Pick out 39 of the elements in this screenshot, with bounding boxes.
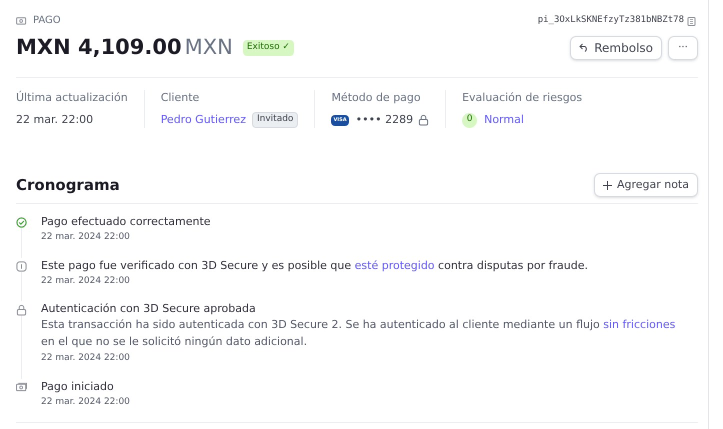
event-title: Este pago fue verificado con 3D Secure y es posible que esté protegido contra disputas por fraude. bbox=[41, 258, 589, 272]
field-label: Evaluación de riesgos bbox=[462, 90, 582, 106]
guest-badge: Invitado bbox=[252, 112, 298, 128]
payment-id: pi_3OxLkSKNEfzyTz381bNBZt78 bbox=[538, 14, 684, 27]
event-time: 22 mar. 2024 22:00 bbox=[41, 231, 131, 244]
customer-link[interactable]: Pedro Gutierrez bbox=[160, 112, 246, 128]
risk-score-badge: 0 bbox=[462, 112, 478, 128]
refund-button[interactable]: Rembolso bbox=[570, 36, 662, 60]
event-description: Esta transacción ha sido autenticada con 3D Secure 2. Se ha autenticado al cliente mediante un flujo sin fricciones en el que no se le solicitó ningún dato adicional. bbox=[41, 317, 676, 350]
event-title: Autenticación con 3D Secure aprobada bbox=[41, 301, 257, 316]
risk-level: Normal bbox=[484, 112, 524, 128]
cash-icon bbox=[16, 382, 27, 392]
field-label: Método de pago bbox=[331, 90, 422, 106]
plus-icon bbox=[602, 180, 612, 190]
check-circle-icon bbox=[16, 217, 27, 228]
currency-code: MXN bbox=[184, 34, 233, 61]
frictionless-link[interactable]: sin fricciones bbox=[603, 318, 676, 331]
event-time: 22 mar. 2024 22:00 bbox=[41, 274, 131, 288]
status-badge: Exitoso ✓ bbox=[242, 40, 294, 56]
event-title: Pago efectuado correctamente bbox=[41, 214, 212, 229]
undo-arrow-icon bbox=[579, 43, 590, 52]
card-number: •••• 2289 bbox=[356, 112, 414, 128]
info-icon bbox=[16, 260, 27, 272]
payment-amount: MXN 4,109.00 bbox=[16, 34, 182, 61]
field-label: Cliente bbox=[160, 90, 200, 106]
field-label: Última actualización bbox=[16, 90, 128, 106]
event-time: 22 mar. 2024 22:00 bbox=[41, 396, 131, 408]
updated-value: 22 mar. 22:00 bbox=[16, 112, 94, 128]
event-title: Pago iniciado bbox=[41, 378, 115, 394]
protected-link[interactable]: esté protegido bbox=[354, 258, 435, 272]
lock-icon bbox=[16, 304, 27, 316]
section-title: Cronograma bbox=[16, 174, 120, 196]
event-time: 22 mar. 2024 22:00 bbox=[41, 352, 131, 365]
add-note-button[interactable]: Agregar nota bbox=[594, 173, 698, 197]
lock-icon bbox=[418, 114, 430, 126]
more-button[interactable]: ··· bbox=[668, 36, 698, 60]
cash-icon bbox=[16, 16, 27, 25]
clipboard-icon[interactable] bbox=[687, 16, 696, 26]
page-label: PAGO bbox=[33, 14, 61, 28]
